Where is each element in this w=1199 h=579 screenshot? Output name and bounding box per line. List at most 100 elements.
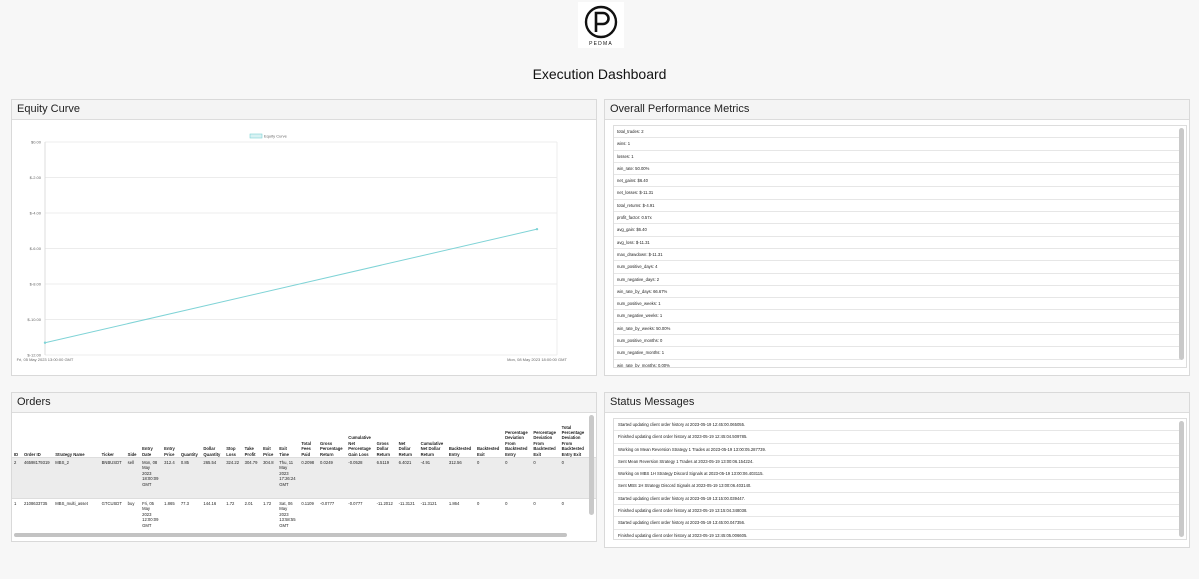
column-header[interactable]: Entry Price — [162, 413, 179, 458]
metric-row: total_trades: 2 — [614, 126, 1180, 139]
status-message: Started updating client order history at… — [614, 517, 1180, 530]
status-messages-panel: Status Messages Started updating client … — [604, 392, 1190, 548]
column-header[interactable]: Strategy Name — [53, 413, 99, 458]
metric-row: num_positive_days: 4 — [614, 261, 1180, 274]
table-cell: 0 — [474, 457, 504, 499]
table-cell: Sat, 06 May 2023 13:58:55 GMT — [277, 498, 300, 529]
metric-row: wins: 1 — [614, 138, 1180, 151]
equity-curve-title: Equity Curve — [12, 100, 596, 120]
table-row[interactable]: 1 2108633735 MBS_multi_asset GTCUSDT buy Fri,… — [12, 498, 596, 529]
table-cell: 144.16 — [201, 498, 225, 529]
column-header[interactable]: Exit Price — [261, 413, 277, 458]
table-cell: 1 — [12, 498, 22, 529]
table-cell: Fri, 05 May 2023 12:00:09 GMT — [140, 498, 163, 529]
table-cell: 0 — [531, 498, 560, 529]
page-title: Execution Dashboard — [532, 66, 667, 82]
column-header[interactable]: Side — [126, 413, 140, 458]
column-header[interactable]: Gross Dollar Return — [375, 413, 397, 458]
column-header[interactable]: Dollar Quantity — [201, 413, 224, 458]
table-cell: -0.0528 — [346, 457, 375, 499]
column-header[interactable]: Percentage Deviation From Backtested Exi… — [531, 413, 559, 458]
metric-row: avg_gain: $6.40 — [614, 224, 1180, 237]
table-cell: 6.4021 — [396, 457, 419, 499]
equity-curve-panel: Equity Curve $0.00 $-2.00 $-4.00 $-6.00 $-8.… — [11, 99, 597, 376]
orders-horizontal-scrollbar[interactable] — [14, 533, 567, 537]
column-header[interactable]: Ticker — [100, 413, 126, 458]
table-cell: 324.22 — [224, 457, 243, 499]
column-header[interactable]: Take Profit — [243, 413, 261, 458]
status-messages-list[interactable]: Started updating client order history at… — [613, 418, 1187, 540]
column-header[interactable]: Backtested Entry — [447, 413, 475, 458]
table-cell: BNBUSDT — [99, 457, 126, 499]
metrics-list[interactable]: total_trades: 2 wins: 1 losses: 1 win_rate:… — [613, 125, 1187, 368]
metric-row: num_positive_months: 0 — [614, 335, 1180, 348]
table-cell: 46598179319 — [21, 457, 54, 499]
table-cell: -11.3121 — [418, 498, 447, 529]
column-header[interactable]: Net Dollar Return — [397, 413, 419, 458]
column-header[interactable]: Stop Loss — [224, 413, 242, 458]
table-cell: -11.2012 — [374, 498, 397, 529]
column-header[interactable]: Exit Time — [277, 413, 299, 458]
metric-row: num_negative_months: 1 — [614, 347, 1180, 360]
table-cell: buy — [125, 498, 141, 529]
y-tick-label: $-4.00 — [30, 211, 42, 216]
table-cell: 0 — [531, 457, 560, 499]
table-cell: 0 — [559, 457, 588, 499]
table-cell: 2 — [12, 457, 22, 499]
metric-row: net_gains: $6.40 — [614, 175, 1180, 188]
table-cell: 2.01 — [242, 498, 262, 529]
y-tick-label: $-6.00 — [30, 246, 42, 251]
status-message: Working on MBS 1H Strategy Discord Signa… — [614, 468, 1180, 481]
table-cell: sell — [125, 457, 141, 499]
status-message: Working on Mean Reversion Strategy 1 Tra… — [614, 444, 1180, 456]
column-header[interactable]: Gross Percentage Return — [318, 413, 346, 458]
status-scrollbar[interactable] — [1179, 421, 1184, 537]
column-header[interactable]: Percentage Deviation From Backtested Ent… — [503, 413, 531, 458]
y-tick-label: $-10.00 — [27, 317, 41, 322]
table-cell: 304.79 — [242, 457, 262, 499]
table-cell: 1.865 — [162, 498, 179, 529]
metric-row: win_rate: 50.00% — [614, 163, 1180, 176]
table-cell: 0.0249 — [318, 457, 347, 499]
column-header[interactable]: ID — [12, 413, 22, 458]
orders-title: Orders — [12, 393, 596, 413]
equity-curve-point[interactable] — [43, 341, 47, 344]
performance-metrics-panel: Overall Performance Metrics total_trades… — [604, 99, 1190, 376]
metric-row: win_rate_by_months: 0.00% — [614, 360, 1180, 367]
equity-curve-point[interactable] — [535, 227, 539, 231]
status-message: Finished updating client order history a… — [614, 530, 1180, 539]
column-header[interactable]: Backtested Exit — [475, 413, 503, 458]
table-cell: -4.91 — [418, 457, 447, 499]
table-cell: -0.0777 — [318, 498, 347, 529]
table-cell: Mon, 08 May 2023 18:00:09 GMT — [140, 457, 163, 499]
column-header[interactable]: Cumulative Net Percentage Gain Loss — [346, 413, 374, 458]
column-header[interactable]: Total Percentage Deviation From Backtest… — [560, 413, 588, 458]
table-cell: -0.0777 — [346, 498, 375, 529]
performance-metrics-title: Overall Performance Metrics — [605, 100, 1189, 120]
table-cell: 0 — [474, 498, 504, 529]
metric-row: num_negative_weeks: 1 — [614, 310, 1180, 323]
column-header[interactable]: Entry Date — [140, 413, 162, 458]
metric-row: net_losses: $-11.31 — [614, 187, 1180, 200]
column-header[interactable]: Total Fees Paid — [299, 413, 318, 458]
y-tick-label: $-8.00 — [30, 282, 42, 287]
table-cell: 6.5119 — [374, 457, 397, 499]
table-cell: 0.85 — [178, 457, 202, 499]
column-header[interactable]: Order ID — [22, 413, 53, 458]
table-row[interactable]: 2 46598179319 MBS_2 BNBUSDT sell Mon, 08 May … — [12, 457, 596, 499]
orders-table-container[interactable]: ID Order ID Strategy Name Ticker Side Entry D… — [12, 413, 596, 529]
y-tick-label: $0.00 — [31, 140, 42, 145]
table-cell: MBS_2 — [53, 457, 100, 499]
metric-row: profit_factor: 0.57x — [614, 212, 1180, 225]
column-header[interactable]: Cumulative Net Dollar Return — [419, 413, 447, 458]
x-tick-label: Mon, 08 May 2023 18:00:00 GMT — [507, 357, 567, 362]
metrics-scrollbar[interactable] — [1179, 128, 1184, 360]
legend-label: Equity Curve — [264, 134, 288, 139]
metric-row: total_returns: $-4.91 — [614, 200, 1180, 213]
column-header[interactable]: Quantity — [179, 413, 202, 458]
orders-panel: Orders ID Order ID Strategy Name Ticker Side… — [11, 392, 597, 542]
table-cell: 312.4 — [162, 457, 179, 499]
pedma-logo: PEDMA — [578, 2, 624, 48]
orders-vertical-scrollbar[interactable] — [589, 415, 594, 515]
x-tick-label: Fri, 05 May 2023 13:00:00 GMT — [17, 357, 74, 362]
